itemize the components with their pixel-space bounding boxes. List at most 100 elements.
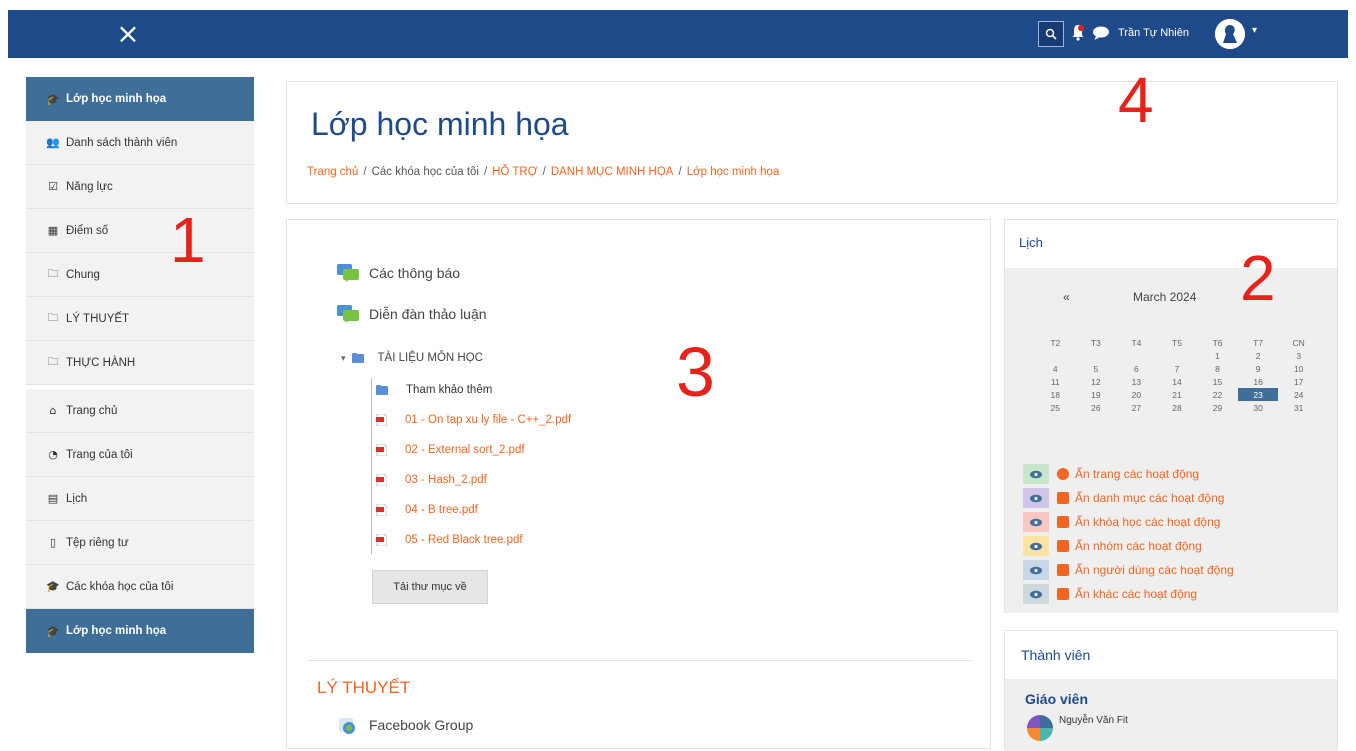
calendar-day: [1157, 349, 1198, 362]
collapse-toggle-icon[interactable]: ▾: [341, 353, 346, 364]
sidebar-item-current-course[interactable]: 🎓 Lớp học minh họa: [26, 609, 254, 653]
annotation-number: 2: [1240, 242, 1276, 314]
breadcrumb-home[interactable]: Trang chủ: [307, 166, 358, 178]
calendar-day[interactable]: 14: [1157, 375, 1198, 388]
user-menu-caret-icon[interactable]: ▾: [1252, 25, 1257, 36]
calendar-title[interactable]: Lịch: [1019, 235, 1043, 250]
sidebar-item-private-files[interactable]: ▯ Tệp riêng tư: [26, 521, 254, 565]
breadcrumb: Trang chủ / Các khóa học của tôi / HỖ TRỢ / DA…: [307, 166, 779, 178]
sidebar-item-label: LÝ THUYẾT: [66, 312, 130, 325]
sidebar-item-course[interactable]: 🎓 Lớp học minh họa: [26, 77, 254, 121]
breadcrumb-support[interactable]: HỖ TRỢ: [492, 166, 537, 178]
sidebar-item-label: Tệp riêng tư: [66, 536, 129, 549]
sidebar-item-grades[interactable]: ▦ Điểm số: [26, 209, 254, 253]
graduation-cap-icon: 🎓: [46, 92, 60, 106]
calendar-day[interactable]: 6: [1116, 362, 1157, 375]
breadcrumb-category[interactable]: DANH MỤC MINH HỌA: [551, 166, 674, 178]
calendar-day[interactable]: 11: [1035, 375, 1076, 388]
search-button[interactable]: [1038, 21, 1064, 47]
calendar-day[interactable]: 10: [1278, 362, 1319, 375]
calendar-day[interactable]: 21: [1157, 388, 1198, 401]
calendar-day[interactable]: 20: [1116, 388, 1157, 401]
calendar-day[interactable]: 26: [1076, 401, 1117, 414]
subfolder-label: Tham khảo thêm: [406, 384, 493, 396]
activity-facebook-group[interactable]: Facebook Group: [337, 716, 473, 734]
user-avatar-icon: [1215, 19, 1245, 49]
subfolder-reference[interactable]: Tham khảo thêm: [376, 384, 492, 396]
download-folder-button[interactable]: Tải thư mục về: [372, 570, 488, 604]
sidebar-item-participants[interactable]: 👥 Danh sách thành viên: [26, 121, 254, 165]
section-title-theory[interactable]: LÝ THUYẾT: [317, 678, 410, 698]
calendar-day[interactable]: 2: [1238, 349, 1279, 362]
chat-icon[interactable]: [1092, 25, 1110, 41]
filter-other-events[interactable]: Ẩn khác các hoạt động: [1023, 584, 1197, 604]
calendar-day[interactable]: 15: [1197, 375, 1238, 388]
eye-icon: [1023, 536, 1049, 556]
activity-discussion-forum[interactable]: Diễn đàn thảo luận: [337, 305, 487, 323]
file-link[interactable]: 04 - B tree.pdf: [376, 504, 478, 516]
sidebar-item-theory[interactable]: 🗀 LÝ THUYẾT: [26, 297, 254, 341]
calendar-day[interactable]: 17: [1278, 375, 1319, 388]
calendar-day[interactable]: 13: [1116, 375, 1157, 388]
user-avatar[interactable]: [1215, 19, 1245, 49]
close-drawer-icon[interactable]: ×: [112, 18, 144, 50]
calendar-week-row: 11 12 13 14 15 16 17: [1035, 375, 1319, 388]
calendar-day[interactable]: 7: [1157, 362, 1198, 375]
calendar-day[interactable]: 9: [1238, 362, 1279, 375]
file-link[interactable]: 02 - External sort_2.pdf: [376, 444, 525, 456]
calendar-day[interactable]: 16: [1238, 375, 1279, 388]
file-link[interactable]: 01 - On tap xu ly file - C++_2.pdf: [376, 414, 571, 426]
calendar-day[interactable]: 4: [1035, 362, 1076, 375]
calendar-grid: T2 T3 T4 T5 T6 T7 CN 1 2 3 4 5 6 7 8 9 1…: [1035, 336, 1319, 414]
calendar-day[interactable]: 3: [1278, 349, 1319, 362]
sidebar-item-label: THỰC HÀNH: [66, 356, 136, 369]
sidebar-item-calendar[interactable]: ▤ Lịch: [26, 477, 254, 521]
calendar-day[interactable]: 12: [1076, 375, 1117, 388]
sidebar-item-my-courses[interactable]: 🎓 Các khóa học của tôi: [26, 565, 254, 609]
breadcrumb-my-courses: Các khóa học của tôi: [371, 166, 479, 178]
sidebar-item-label: Năng lực: [66, 180, 113, 193]
member-entry[interactable]: Nguyễn Văn Fit: [1027, 715, 1128, 741]
calendar-day-today[interactable]: 23: [1237, 388, 1279, 401]
sidebar-item-home[interactable]: ⌂ Trang chủ: [26, 389, 254, 433]
filter-user-events[interactable]: Ẩn người dùng các hoạt động: [1023, 560, 1234, 580]
sidebar-item-general[interactable]: 🗀 Chung: [26, 253, 254, 297]
sidebar-item-competencies[interactable]: ☑ Năng lực: [26, 165, 254, 209]
calendar-day[interactable]: 22: [1197, 388, 1238, 401]
filter-site-events[interactable]: Ẩn trang các hoạt động: [1023, 464, 1199, 484]
home-icon: ⌂: [49, 404, 57, 417]
bell-icon[interactable]: [1071, 23, 1085, 43]
member-name: Nguyễn Văn Fit: [1059, 715, 1128, 726]
folder-course-materials[interactable]: ▾ TÀI LIỆU MÔN HỌC: [341, 352, 483, 364]
calendar-prev-month-button[interactable]: «: [1063, 290, 1070, 304]
sidebar-item-practice[interactable]: 🗀 THỰC HÀNH: [26, 341, 254, 385]
calendar-day[interactable]: 8: [1197, 362, 1238, 375]
filter-category-events[interactable]: Ẩn danh mục các hoạt động: [1023, 488, 1224, 508]
calendar-day[interactable]: 1: [1197, 349, 1238, 362]
calendar-day[interactable]: 19: [1076, 388, 1117, 401]
file-name: 05 - Red Black tree.pdf: [405, 534, 523, 546]
file-link[interactable]: 03 - Hash_2.pdf: [376, 474, 487, 486]
table-icon: ▦: [47, 224, 59, 237]
calendar-day[interactable]: 27: [1116, 401, 1157, 414]
file-link[interactable]: 05 - Red Black tree.pdf: [376, 534, 523, 546]
filter-group-events[interactable]: Ẩn nhóm các hoạt động: [1023, 536, 1202, 556]
members-block: Thành viên Giáo viên Nguyễn Văn Fit: [1004, 630, 1338, 751]
breadcrumb-course[interactable]: Lớp học minh họa: [687, 166, 780, 178]
calendar-day[interactable]: 25: [1035, 401, 1076, 414]
filter-course-events[interactable]: Ẩn khóa học các hoạt động: [1023, 512, 1220, 532]
calendar-day[interactable]: 18: [1035, 388, 1076, 401]
course-content: Các thông báo Diễn đàn thảo luận ▾ TÀI L…: [286, 219, 991, 749]
calendar-day[interactable]: 24: [1278, 388, 1319, 401]
user-name[interactable]: Trần Tự Nhiên: [1118, 27, 1189, 39]
sidebar-item-dashboard[interactable]: ◔ Trang của tôi: [26, 433, 254, 477]
calendar-day[interactable]: 31: [1278, 401, 1319, 414]
calendar-day[interactable]: 30: [1238, 401, 1279, 414]
folder-icon: 🗀: [47, 355, 59, 368]
dashboard-icon: ◔: [48, 448, 58, 461]
calendar-day[interactable]: 5: [1076, 362, 1117, 375]
calendar-day[interactable]: 28: [1157, 401, 1198, 414]
calendar-weekday-row: T2 T3 T4 T5 T6 T7 CN: [1035, 336, 1319, 349]
activity-announcements[interactable]: Các thông báo: [337, 264, 460, 282]
calendar-day[interactable]: 29: [1197, 401, 1238, 414]
